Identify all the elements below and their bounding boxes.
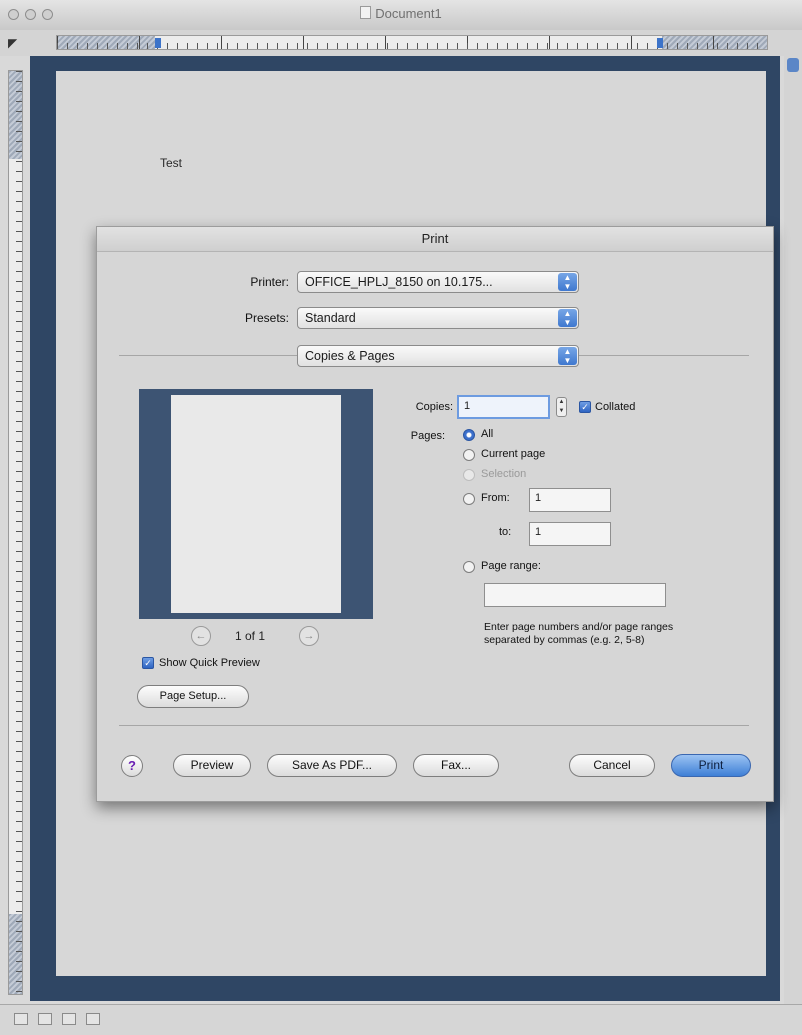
pages-selection-radio (463, 469, 475, 481)
ruler-bar: ◤ (0, 30, 802, 56)
pages-from-label: From: (481, 492, 510, 504)
collated-label: Collated (595, 401, 636, 413)
pages-label: Pages: (410, 430, 445, 442)
vertical-ruler[interactable] (8, 70, 23, 995)
left-indent-marker[interactable] (155, 38, 161, 48)
panel-popup[interactable]: Copies & Pages ▲ ▼ (297, 345, 579, 367)
presets-popup-value: Standard (305, 311, 356, 325)
page-range-field[interactable] (484, 583, 666, 607)
popup-arrows-icon: ▲ ▼ (558, 309, 577, 327)
outline-view-icon[interactable] (38, 1013, 52, 1025)
status-bar (0, 1004, 802, 1035)
presets-label: Presets: (244, 311, 289, 325)
right-indent-marker[interactable] (657, 38, 663, 48)
pages-to-label: to: (499, 526, 512, 538)
page-range-label: Page range: (481, 560, 541, 572)
popup-arrows-icon: ▲ ▼ (558, 273, 577, 291)
dialog-title: Print (97, 227, 773, 252)
printer-label: Printer: (250, 275, 289, 289)
preview-page-indicator: 1 of 1 (235, 629, 266, 643)
collated-checkbox[interactable]: ✓ (579, 401, 591, 413)
pages-range-radio[interactable] (463, 561, 475, 573)
show-quick-preview-checkbox[interactable]: ✓ (142, 657, 154, 669)
notebook-view-icon[interactable] (86, 1013, 100, 1025)
document-proxy-icon[interactable] (360, 6, 372, 19)
page-layout-view-icon[interactable] (62, 1013, 76, 1025)
copies-stepper[interactable]: ▲ ▼ (556, 397, 567, 417)
pages-current-radio[interactable] (463, 449, 475, 461)
popup-arrows-icon: ▲ ▼ (558, 347, 577, 365)
from-page-field[interactable]: 1 (529, 488, 611, 512)
printer-popup[interactable]: OFFICE_HPLJ_8150 on 10.175... ▲ ▼ (297, 271, 579, 293)
next-page-button[interactable]: → (299, 626, 319, 646)
print-dialog: Print Printer: OFFICE_HPLJ_8150 on 10.17… (96, 226, 774, 802)
vruler-ticks (16, 71, 22, 994)
draft-view-icon[interactable] (14, 1013, 28, 1025)
panel-popup-value: Copies & Pages (305, 349, 395, 363)
window-title-area: Document1 (0, 6, 802, 21)
ruler-corner-icon[interactable]: ◤ (8, 36, 17, 50)
fax-button[interactable]: Fax... (413, 754, 499, 777)
vertical-scrollbar[interactable] (784, 56, 802, 1006)
scrollbar-thumb[interactable] (787, 58, 799, 72)
previous-page-button[interactable]: ← (191, 626, 211, 646)
to-page-field[interactable]: 1 (529, 522, 611, 546)
pages-current-label: Current page (481, 448, 546, 460)
page-setup-button[interactable]: Page Setup... (137, 685, 249, 708)
window-titlebar: Document1 (0, 0, 802, 31)
printer-popup-value: OFFICE_HPLJ_8150 on 10.175... (305, 275, 493, 289)
pages-all-radio[interactable] (463, 429, 475, 441)
save-as-pdf-button[interactable]: Save As PDF... (267, 754, 397, 777)
copies-label: Copies: (415, 401, 453, 413)
preview-page-thumbnail (171, 395, 341, 613)
pages-all-label: All (481, 428, 494, 440)
window-title: Document1 (375, 6, 442, 21)
horizontal-ruler[interactable] (56, 35, 768, 50)
preview-button[interactable]: Preview (173, 754, 251, 777)
page-range-hint: Enter page numbers and/or page ranges se… (484, 621, 674, 646)
cancel-button[interactable]: Cancel (569, 754, 655, 777)
document-body-text[interactable]: Test (160, 156, 182, 170)
copies-field[interactable]: 1 (457, 395, 550, 419)
divider-bottom (119, 725, 749, 726)
pages-selection-label: Selection (481, 468, 527, 480)
pages-from-radio[interactable] (463, 493, 475, 505)
show-quick-preview-label: Show Quick Preview (159, 657, 260, 669)
help-button[interactable]: ? (121, 755, 143, 777)
presets-popup[interactable]: Standard ▲ ▼ (297, 307, 579, 329)
print-button[interactable]: Print (671, 754, 751, 777)
